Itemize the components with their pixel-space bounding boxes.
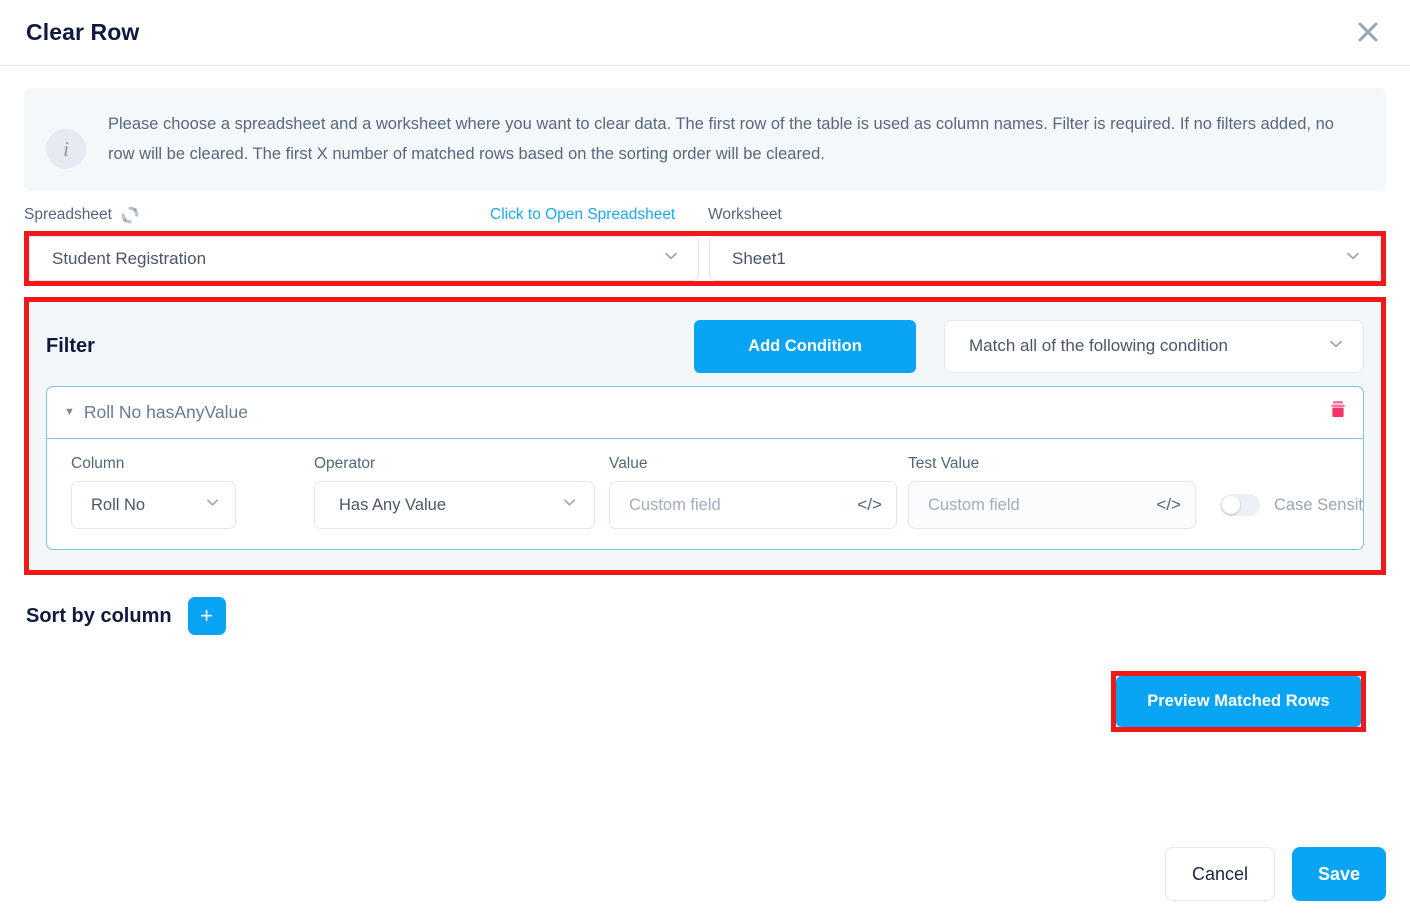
preview-row: Preview Matched Rows bbox=[24, 671, 1386, 732]
page-title: Clear Row bbox=[26, 19, 140, 45]
test-value-input[interactable]: Custom field </> bbox=[908, 481, 1196, 529]
code-icon[interactable]: </> bbox=[1156, 495, 1181, 515]
condition-summary: Roll No hasAnyValue bbox=[83, 402, 248, 422]
operator-select[interactable]: Has Any Value bbox=[314, 481, 595, 529]
column-select-value: Roll No bbox=[91, 495, 146, 514]
chevron-down-icon bbox=[1344, 247, 1362, 270]
field-label-row: Spreadsheet Click to Open Spreadsheet Wo… bbox=[24, 201, 1386, 229]
spreadsheet-worksheet-row: Student Registration Sheet1 bbox=[24, 231, 1386, 286]
add-condition-button[interactable]: Add Condition bbox=[694, 319, 916, 373]
value-field: Value Custom field </> bbox=[609, 455, 897, 529]
delete-condition-button[interactable] bbox=[1329, 400, 1347, 425]
sort-by-column-row: Sort by column + bbox=[24, 597, 1386, 635]
test-value-placeholder: Custom field bbox=[928, 495, 1020, 514]
code-icon[interactable]: </> bbox=[857, 495, 882, 515]
worksheet-select-value: Sheet1 bbox=[732, 248, 786, 268]
close-button[interactable] bbox=[1346, 10, 1390, 54]
modal-footer: Cancel Save bbox=[1165, 847, 1386, 901]
info-banner-text: Please choose a spreadsheet and a worksh… bbox=[108, 115, 1334, 163]
cancel-button[interactable]: Cancel bbox=[1165, 847, 1275, 901]
spreadsheet-label-group: Spreadsheet Click to Open Spreadsheet bbox=[24, 205, 696, 225]
match-mode-select[interactable]: Match all of the following condition bbox=[944, 319, 1364, 373]
spreadsheet-label: Spreadsheet bbox=[24, 206, 112, 223]
filter-panel: Filter Add Condition Match all of the fo… bbox=[29, 302, 1381, 570]
value-input[interactable]: Custom field </> bbox=[609, 481, 897, 529]
preview-matched-rows-button[interactable]: Preview Matched Rows bbox=[1116, 676, 1361, 727]
match-mode-value: Match all of the following condition bbox=[969, 336, 1228, 355]
close-icon bbox=[1355, 19, 1381, 45]
case-sensitive-group: Case Sensitive ? bbox=[1220, 494, 1363, 529]
test-value-label: Test Value bbox=[908, 455, 980, 472]
filter-title: Filter bbox=[46, 334, 95, 357]
chevron-down-icon bbox=[662, 247, 680, 270]
chevron-down-icon bbox=[204, 494, 221, 516]
filter-section-highlight: Filter Add Condition Match all of the fo… bbox=[24, 297, 1386, 575]
refresh-icon[interactable] bbox=[120, 205, 140, 225]
preview-highlight: Preview Matched Rows bbox=[1111, 671, 1366, 732]
save-button[interactable]: Save bbox=[1292, 847, 1386, 901]
sort-by-column-title: Sort by column bbox=[26, 604, 172, 627]
case-sensitive-label: Case Sensitive ? bbox=[1274, 495, 1363, 514]
test-value-field: Test Value Custom field </> bbox=[908, 455, 1196, 529]
chevron-down-icon bbox=[561, 494, 578, 516]
worksheet-select[interactable]: Sheet1 bbox=[709, 236, 1381, 281]
value-label: Value bbox=[609, 455, 648, 472]
info-icon: i bbox=[46, 129, 86, 169]
condition-header[interactable]: ▼ Roll No hasAnyValue bbox=[47, 387, 1363, 439]
worksheet-label: Worksheet bbox=[708, 206, 782, 223]
column-select[interactable]: Roll No bbox=[71, 481, 236, 529]
operator-select-value: Has Any Value bbox=[339, 495, 447, 514]
filter-toolbar: Filter Add Condition Match all of the fo… bbox=[46, 318, 1364, 374]
value-placeholder: Custom field bbox=[629, 495, 721, 514]
condition-body: Column Roll No Operator Has Any Value Va… bbox=[47, 439, 1363, 549]
modal-body: i Please choose a spreadsheet and a work… bbox=[0, 88, 1410, 732]
case-sensitive-toggle[interactable] bbox=[1220, 494, 1260, 516]
operator-label: Operator bbox=[314, 455, 376, 472]
add-sort-column-button[interactable]: + bbox=[187, 597, 226, 635]
condition-card: ▼ Roll No hasAnyValue Column Roll No Ope… bbox=[46, 386, 1364, 550]
open-spreadsheet-link[interactable]: Click to Open Spreadsheet bbox=[490, 206, 675, 224]
column-field: Column Roll No bbox=[71, 455, 236, 529]
caret-down-icon[interactable]: ▼ bbox=[64, 407, 75, 418]
info-banner: i Please choose a spreadsheet and a work… bbox=[24, 88, 1386, 191]
modal-header: Clear Row bbox=[0, 0, 1410, 66]
column-label: Column bbox=[71, 455, 125, 472]
chevron-down-icon bbox=[1327, 335, 1345, 358]
operator-field: Operator Has Any Value bbox=[314, 455, 595, 529]
spreadsheet-select[interactable]: Student Registration bbox=[29, 236, 699, 281]
spreadsheet-select-value: Student Registration bbox=[52, 248, 207, 268]
trash-icon bbox=[1329, 400, 1347, 425]
